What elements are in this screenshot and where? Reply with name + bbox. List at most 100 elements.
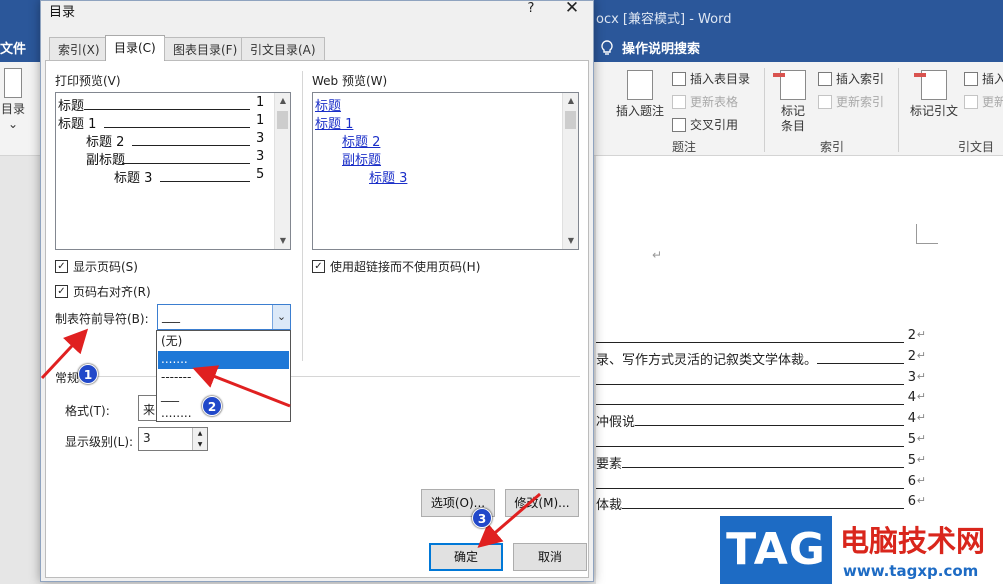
scroll-up-icon[interactable]: ▲ <box>563 93 579 109</box>
ribbon-separator <box>898 68 899 152</box>
print-preview-heading: 标题 3 <box>114 171 153 186</box>
ok-button[interactable]: 确定 <box>429 543 503 571</box>
spin-down-icon[interactable]: ▼ <box>192 439 207 450</box>
web-preview-link[interactable]: 标题 2 <box>342 131 380 150</box>
document-toc-line[interactable]: 要素 5 ↵ <box>596 452 926 472</box>
tab-index[interactable]: 索引(X) <box>49 37 109 60</box>
chevron-down-icon[interactable]: ⌄ <box>272 305 290 329</box>
cancel-button[interactable]: 取消 <box>513 543 587 571</box>
web-preview-link[interactable]: 副标题 <box>342 149 381 168</box>
print-preview-line: 标题 3 5 <box>114 167 268 186</box>
show-page-numbers-checkbox[interactable]: ✓ 显示页码(S) <box>55 258 138 275</box>
toc-button-arrow: ⌄ <box>7 117 19 131</box>
web-preview-scrollbar[interactable]: ▲ ▼ <box>562 93 578 249</box>
tell-me-label: 操作说明搜索 <box>622 42 701 57</box>
tab-leader-list: (无)....... ------- ___........ <box>156 330 291 422</box>
tab-leader-option[interactable]: (无) <box>158 333 289 351</box>
insert-table-of-authorities-button[interactable]: 插入 <box>964 70 1003 87</box>
annotation-badge-2: 2 <box>202 396 222 416</box>
print-preview-line: 副标题 3 <box>86 149 268 168</box>
mark-citation-button[interactable]: 标记引文 <box>906 70 962 119</box>
document-toc-line[interactable]: 录、写作方式灵活的记叙类文学体裁。 2 ↵ <box>596 348 926 368</box>
use-hyperlinks-checkbox[interactable]: ✓ 使用超链接而不使用页码(H) <box>312 258 480 275</box>
insert-table-of-figures-button[interactable]: 插入表目录 <box>672 70 750 87</box>
print-preview-page-number: 3 <box>256 131 265 146</box>
mark-citation-label: 标记引文 <box>909 104 958 118</box>
scroll-down-icon[interactable]: ▼ <box>563 233 579 249</box>
tab-leader-option[interactable]: ___ <box>158 387 289 405</box>
help-button[interactable]: ? <box>523 1 539 16</box>
toc-icon <box>4 68 22 98</box>
tab-table-of-authorities[interactable]: 引文目录(A) <box>241 37 325 60</box>
document-toc-text: 录、写作方式灵活的记叙类文学体裁。 <box>596 348 818 368</box>
tell-me-search[interactable]: 操作说明搜索 <box>600 38 700 57</box>
web-preview-link[interactable]: 标题 <box>315 95 341 114</box>
document-toc-line[interactable]: 6 ↵ <box>596 474 926 492</box>
table-of-figures-icon <box>672 71 686 86</box>
document-toc-line[interactable]: 5 ↵ <box>596 432 926 450</box>
print-preview-heading: 标题 2 <box>86 135 125 150</box>
scroll-thumb[interactable] <box>277 111 288 129</box>
return-mark: ↵ <box>916 348 926 362</box>
watermark-url: www.tagxp.com <box>843 562 979 580</box>
web-preview-link[interactable]: 标题 3 <box>369 167 407 186</box>
document-toc-line[interactable]: 4 ↵ <box>596 390 926 408</box>
tab-leader-option[interactable]: ....... <box>158 351 289 369</box>
scroll-thumb[interactable] <box>565 111 576 129</box>
tab-leader-label: 制表符前导符(B): <box>55 312 149 326</box>
web-preview-link[interactable]: 标题 1 <box>315 113 353 132</box>
scroll-up-icon[interactable]: ▲ <box>275 93 291 109</box>
toc-button[interactable]: 目录 ⌄ <box>0 68 26 132</box>
document-toc-line[interactable]: 3 ↵ <box>596 370 926 388</box>
print-preview-heading: 标题 <box>58 99 85 114</box>
right-align-label: 页码右对齐(R) <box>73 285 151 299</box>
document-toc-line[interactable]: 体裁 6 ↵ <box>596 494 926 514</box>
cross-reference-button[interactable]: 交叉引用 <box>672 116 738 133</box>
document-toc-page: 2 <box>907 328 916 343</box>
tab-leader-option[interactable]: ........ <box>158 405 289 423</box>
tab-table-of-figures[interactable]: 图表目录(F) <box>164 37 247 60</box>
document-toc-line[interactable]: 冲假说 4 ↵ <box>596 411 926 431</box>
tab-leader-dropdown[interactable]: ___ ⌄ <box>157 304 291 330</box>
mark-entry-icon <box>773 70 806 100</box>
checkbox-checked-icon: ✓ <box>55 285 68 298</box>
update-authorities-button[interactable]: 更新 <box>964 93 1003 110</box>
show-levels-spinner[interactable]: 3 ▲ ▼ <box>138 427 208 451</box>
return-mark: ↵ <box>916 369 926 383</box>
print-preview-scrollbar[interactable]: ▲ ▼ <box>274 93 290 249</box>
update-table-button[interactable]: 更新表格 <box>672 93 738 110</box>
lightbulb-icon <box>601 39 613 55</box>
watermark-logo: TAG <box>720 516 832 584</box>
update-table-label: 更新表格 <box>690 95 739 109</box>
spin-up-icon[interactable]: ▲ <box>192 428 207 439</box>
toc-dialog: 目录 ? ✕ 索引(X) 目录(C) 图表目录(F) 引文目录(A) 打印预览(… <box>40 0 594 582</box>
document-toc-page: 4 <box>907 390 916 406</box>
tab-leader-line <box>596 466 904 468</box>
insert-index-button[interactable]: 插入索引 <box>818 70 884 87</box>
tab-leader-line <box>596 383 904 385</box>
tab-leader-option[interactable]: ------- <box>158 369 289 387</box>
mark-entry-button[interactable]: 标记 条目 <box>773 70 811 134</box>
file-tab[interactable]: 文件 <box>0 38 26 57</box>
index-group-label: 索引 <box>820 140 845 154</box>
table-of-authorities-icon <box>964 71 978 86</box>
modify-button[interactable]: 修改(M)... <box>505 489 579 517</box>
close-button[interactable]: ✕ <box>559 0 585 18</box>
return-mark: ↵ <box>916 432 926 445</box>
document-toc-line[interactable]: 2 ↵ <box>596 328 926 346</box>
checkbox-checked-icon: ✓ <box>55 260 68 273</box>
tab-leader-line <box>596 487 904 489</box>
cross-reference-label: 交叉引用 <box>690 118 739 132</box>
tab-toc[interactable]: 目录(C) <box>105 35 165 61</box>
insert-caption-label: 插入题注 <box>615 104 664 118</box>
tab-leader-line <box>596 404 904 406</box>
right-align-checkbox[interactable]: ✓ 页码右对齐(R) <box>55 283 151 300</box>
format-label: 格式(T): <box>65 404 110 418</box>
watermark-site-name: 电脑技术网 <box>840 524 986 558</box>
insert-table-of-figures-label: 插入表目录 <box>690 72 751 86</box>
scroll-down-icon[interactable]: ▼ <box>275 233 291 249</box>
insert-caption-button[interactable]: 插入题注 <box>612 70 668 119</box>
update-index-button[interactable]: 更新索引 <box>818 93 884 110</box>
document-toc-page: 5 <box>907 432 916 447</box>
document-toc-page: 2 <box>907 348 916 364</box>
